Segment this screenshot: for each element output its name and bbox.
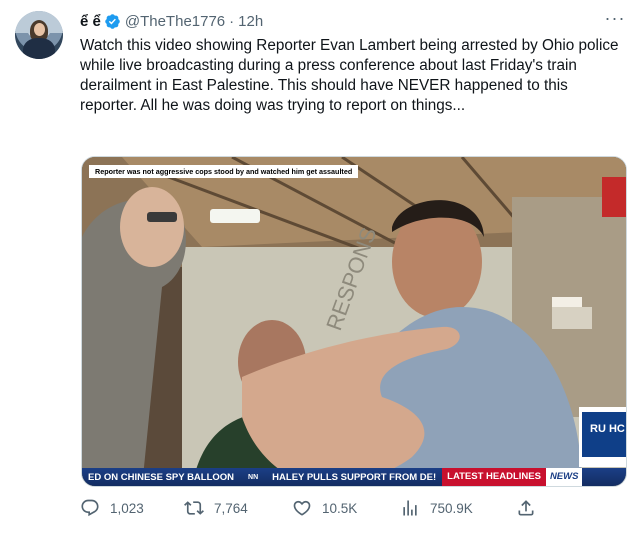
video-player[interactable]: RESPONS RU HC Reporter was not aggressiv… [81, 156, 627, 487]
tweet-timestamp[interactable]: 12h [238, 13, 263, 30]
share-icon [518, 500, 534, 516]
heart-icon [293, 500, 311, 516]
separator-dot: · [229, 12, 235, 30]
ticker-segment-1: ED ON CHINESE SPY BALLOON [88, 471, 235, 483]
avatar[interactable] [15, 11, 63, 59]
like-button[interactable]: 10.5K [292, 497, 357, 519]
views-chart-icon [403, 500, 417, 516]
author-name[interactable]: ể ể [80, 13, 101, 30]
tweet-text: Watch this video showing Reporter Evan L… [80, 37, 619, 114]
side-logo-text: RU HC [590, 423, 625, 435]
video-caption: Reporter was not aggressive cops stood b… [89, 165, 359, 178]
more-options-icon[interactable]: ··· [600, 9, 630, 33]
ticker-segment-2: HALEY PULLS SUPPORT FROM DE! [272, 471, 437, 483]
ticker-network: NN [248, 473, 259, 481]
tweet-actions: 1,023 7,764 10.5K 750.9K [80, 497, 550, 519]
retweet-button[interactable]: 7,764 [184, 497, 248, 519]
tweet-header: ể ể @TheThe1776 · 12h [80, 11, 263, 31]
retweet-icon [184, 501, 204, 515]
reply-button[interactable]: 1,023 [80, 497, 144, 519]
reply-count: 1,023 [110, 500, 144, 516]
like-count: 10.5K [322, 500, 358, 516]
verified-badge-icon [105, 13, 120, 29]
view-count: 750.9K [430, 500, 473, 516]
retweet-count: 7,764 [214, 500, 248, 516]
author-handle[interactable]: @TheThe1776 [125, 13, 225, 30]
views-button[interactable]: 750.9K [400, 497, 473, 519]
ticker-news-logo: NEWS [545, 468, 583, 486]
share-button[interactable] [516, 497, 546, 519]
video-frame: RESPONS RU HC [82, 157, 626, 486]
ticker-latest-headlines: LATEST HEADLINES [442, 468, 546, 486]
tweet[interactable]: ể ể @TheThe1776 · 12h ··· Watch this vid… [0, 0, 641, 533]
news-ticker: ED ON CHINESE SPY BALLOON NN HALEY PULLS… [82, 468, 626, 486]
reply-icon [81, 499, 99, 517]
